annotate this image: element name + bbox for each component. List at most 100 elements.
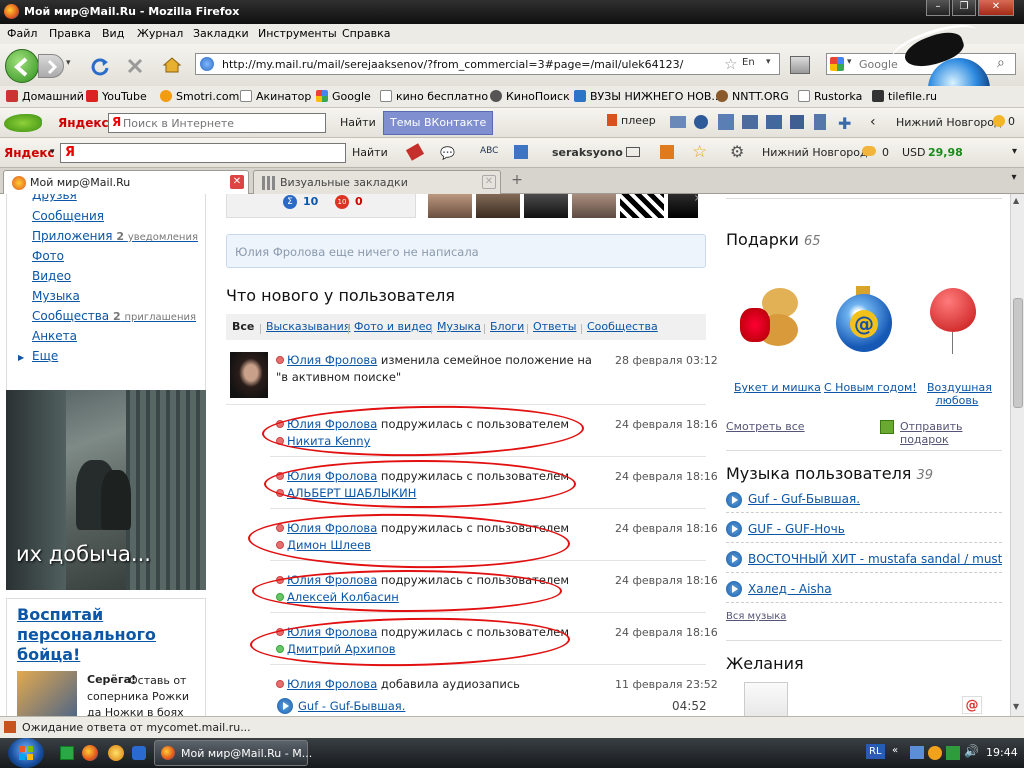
address-bar[interactable]: http://my.mail.ru/mail/serejaaksenov/?fr… xyxy=(195,53,780,75)
yandex-search-input[interactable] xyxy=(123,115,321,131)
pencil-icon[interactable] xyxy=(405,143,425,161)
username[interactable]: seraksyono xyxy=(552,146,623,159)
sidebar-item-apps[interactable]: Приложения 2 уведомления xyxy=(32,229,198,243)
sidebar-item-video[interactable]: Видео xyxy=(32,269,71,283)
bookmark-rustorka[interactable]: Rustorka xyxy=(798,90,862,103)
url-dropdown-icon[interactable]: ▾ xyxy=(766,57,771,67)
filter-photo-video[interactable]: Фото и видео xyxy=(354,320,432,333)
home-icon[interactable] xyxy=(162,55,182,75)
all-music-link[interactable]: Вся музыка xyxy=(726,611,786,622)
ad-banner[interactable]: их добыча... xyxy=(6,390,206,590)
bookmark-vuzy[interactable]: ВУЗЫ НИЖНЕГО НОВ... xyxy=(574,90,722,103)
friend-photo[interactable] xyxy=(572,194,616,218)
envelope-icon[interactable] xyxy=(626,147,640,157)
box-icon[interactable] xyxy=(660,145,674,159)
yandex-search-box-2[interactable]: Я xyxy=(60,143,346,163)
toolbar-chevron-icon[interactable]: ▾ xyxy=(1012,146,1017,157)
quicklaunch-browser-icon[interactable] xyxy=(108,745,124,761)
close-button[interactable]: ✕ xyxy=(978,0,1014,16)
sidebar-item-profile[interactable]: Анкета xyxy=(32,329,77,343)
maximize-button[interactable]: ❐ xyxy=(952,0,976,16)
play-button[interactable] xyxy=(726,551,742,567)
chevron-right-icon[interactable]: › xyxy=(694,194,700,206)
sidebar-item-music[interactable]: Музыка xyxy=(32,289,80,303)
filter-answers[interactable]: Ответы xyxy=(533,320,576,333)
event-actor[interactable]: Юлия Фролова xyxy=(287,353,377,367)
new-tab-button[interactable]: + xyxy=(506,172,528,190)
tab-list-icon[interactable]: ▾ xyxy=(1006,172,1022,190)
yandex-search-box[interactable]: Я xyxy=(108,113,326,133)
start-button[interactable] xyxy=(8,738,44,768)
filter-music[interactable]: Музыка xyxy=(437,320,481,333)
music-track-link[interactable]: Халед - Aisha xyxy=(748,582,832,596)
bookmark-smotri[interactable]: Smotri.com xyxy=(160,90,239,103)
house-icon[interactable] xyxy=(718,114,734,130)
spellcheck-icon[interactable]: ABC xyxy=(480,146,498,156)
bookmark-star-icon[interactable]: ☆ xyxy=(724,55,737,73)
menu-bookmarks[interactable]: Закладки xyxy=(193,27,249,40)
bookmark-home[interactable]: Домашний xyxy=(6,90,84,103)
chevron-left-icon[interactable]: ‹ xyxy=(870,114,876,130)
search-engine-dropdown-icon[interactable]: ▾ xyxy=(847,57,852,67)
translate-icon[interactable] xyxy=(514,145,528,159)
bookmark-nntt[interactable]: NNTT.ORG xyxy=(716,90,789,103)
wish-thumbnail[interactable] xyxy=(744,682,788,716)
friend-photo[interactable] xyxy=(428,194,472,218)
friend-photo[interactable] xyxy=(524,194,568,218)
sidebar-item-communities[interactable]: Сообщества 2 приглашения xyxy=(32,309,196,323)
event-actor[interactable]: Юлия Фролова xyxy=(287,677,377,691)
tab-close-icon[interactable]: ✕ xyxy=(482,175,496,189)
scroll-down-icon[interactable]: ▼ xyxy=(1013,702,1019,711)
sidebar-item-photo[interactable]: Фото xyxy=(32,249,64,263)
music-track-link[interactable]: GUF - GUF-Ночь xyxy=(748,522,845,536)
yandex-find-button-2[interactable]: Найти xyxy=(352,146,388,159)
menu-tools[interactable]: Инструменты xyxy=(258,27,337,40)
gift-image-teddy[interactable] xyxy=(740,288,804,352)
menu-history[interactable]: Журнал xyxy=(137,27,183,40)
filter-communities[interactable]: Сообщества xyxy=(587,320,658,333)
filter-all[interactable]: Все xyxy=(232,320,254,333)
filter-blogs[interactable]: Блоги xyxy=(490,320,524,333)
bookmark-google[interactable]: Google xyxy=(316,90,371,103)
bookmark-akinator[interactable]: Акинатор xyxy=(240,90,311,103)
taskbar-app-firefox[interactable]: Мой мир@Mail.Ru - М... xyxy=(154,740,312,766)
gifts-see-all-link[interactable]: Смотреть все xyxy=(726,420,805,433)
bookmark-youtube[interactable]: YouTube xyxy=(86,90,147,103)
audio-track-link[interactable]: Guf - Guf-Бывшая. xyxy=(298,699,405,713)
tray-shield-icon[interactable] xyxy=(946,746,960,760)
document-icon[interactable] xyxy=(814,114,826,130)
friend-photo[interactable] xyxy=(476,194,520,218)
gift-label[interactable]: Букет и мишка xyxy=(734,381,821,394)
camera-icon[interactable] xyxy=(766,115,782,129)
sidebar-item-friends[interactable]: Друзья xyxy=(32,194,77,202)
menu-file[interactable]: Файл xyxy=(7,27,37,40)
filter-statements[interactable]: Высказывания xyxy=(266,320,350,333)
yandex-logo[interactable]: Яндекс xyxy=(58,116,109,130)
vk-themes-button[interactable]: Темы ВКонтакте xyxy=(383,111,494,135)
menu-help[interactable]: Справка xyxy=(342,27,390,40)
player-button[interactable]: плеер xyxy=(607,114,656,127)
tab-visual-bookmarks[interactable]: Визуальные закладки ✕ xyxy=(253,170,501,194)
chat-icon[interactable]: 💬 xyxy=(440,146,455,160)
reload-icon[interactable] xyxy=(90,56,110,76)
language-indicator[interactable]: RL xyxy=(866,744,885,759)
quicklaunch-firefox-icon[interactable] xyxy=(82,745,98,761)
back-button[interactable] xyxy=(5,49,39,83)
mail-at-icon[interactable]: @ xyxy=(962,696,982,714)
play-button[interactable] xyxy=(726,581,742,597)
send-gift-link[interactable]: Отправить подарок xyxy=(900,420,1010,446)
yandex-find-button[interactable]: Найти xyxy=(340,116,376,129)
tray-app-icon[interactable] xyxy=(928,746,942,760)
play-button[interactable] xyxy=(277,698,293,714)
tray-chevron-icon[interactable]: « xyxy=(892,745,898,756)
plus-icon[interactable]: ✚ xyxy=(838,114,851,133)
play-button[interactable] xyxy=(726,492,742,508)
menu-view[interactable]: Вид xyxy=(102,27,124,40)
music-track-link[interactable]: ВОСТОЧНЫЙ ХИТ - mustafa sandal / mustafa xyxy=(748,552,1002,566)
bookmark-kino[interactable]: кино бесплатно xyxy=(380,90,488,103)
tray-volume-icon[interactable]: 🔊 xyxy=(964,744,979,758)
person-icon[interactable] xyxy=(694,115,708,129)
star-icon[interactable]: ☆ xyxy=(692,142,707,162)
promo-title[interactable]: Воспитай персонального бойца! xyxy=(17,605,167,665)
friend-photo[interactable] xyxy=(620,194,664,218)
